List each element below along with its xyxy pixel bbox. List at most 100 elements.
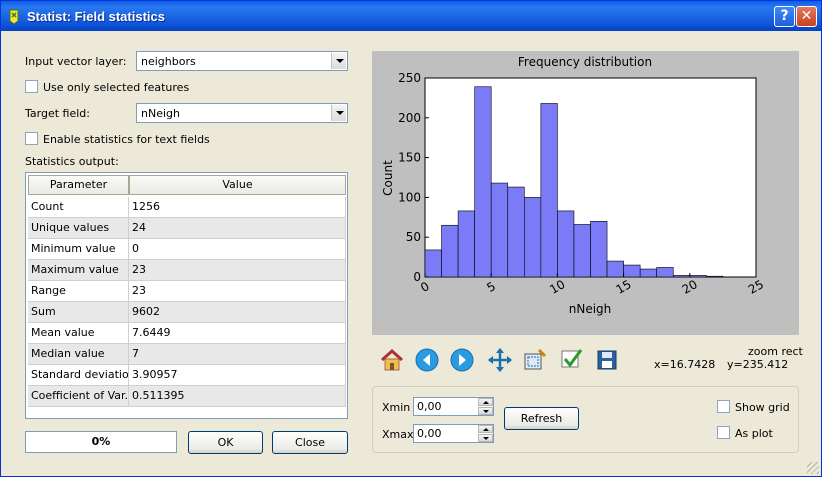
table-row[interactable]: Sum 9602 — [28, 302, 346, 323]
table-row[interactable]: Mean value 7.6449 — [28, 323, 346, 344]
input-layer-combo[interactable]: neighbors — [136, 51, 348, 71]
forward-icon[interactable] — [448, 346, 476, 374]
cell-value: 0.511395 — [129, 386, 346, 407]
cell-value: 3.90957 — [129, 365, 346, 386]
refresh-button[interactable]: Refresh — [504, 407, 579, 430]
text-fields-label: Enable statistics for text fields — [43, 133, 210, 146]
xmax-spinbox[interactable]: 0,00 — [413, 424, 494, 443]
histogram-bar — [507, 186, 525, 278]
save-icon[interactable] — [593, 346, 621, 374]
as-plot-checkbox[interactable] — [717, 426, 730, 439]
home-icon[interactable] — [378, 346, 406, 374]
resize-grip[interactable] — [807, 462, 819, 474]
histogram-bar — [540, 103, 558, 278]
input-layer-value: neighbors — [141, 55, 196, 68]
show-grid-label: Show grid — [735, 401, 790, 414]
x-tick-label: 5 — [484, 279, 498, 295]
table-row[interactable]: Median value 7 — [28, 344, 346, 365]
cell-parameter: Standard deviation — [28, 365, 129, 386]
cell-parameter: Maximum value — [28, 260, 129, 281]
xmin-stepper[interactable] — [478, 398, 493, 415]
histogram-bar — [639, 268, 657, 278]
qgis-logo-icon — [9, 9, 19, 24]
table-row[interactable]: Range 23 — [28, 281, 346, 302]
xmin-label: Xmin — [382, 401, 411, 414]
cell-value: 0 — [129, 239, 346, 260]
cell-parameter: Minimum value — [28, 239, 129, 260]
title-bar[interactable]: Statist: Field statistics ? ✕ — [1, 1, 821, 31]
use-selected-checkbox[interactable] — [25, 80, 38, 93]
pan-icon[interactable] — [486, 346, 514, 374]
histogram-bar — [474, 86, 492, 278]
y-tick-label: 0 — [413, 270, 421, 284]
xmin-value: 0,00 — [417, 400, 442, 413]
header-parameter[interactable]: Parameter — [28, 175, 129, 195]
plot-canvas[interactable]: Frequency distribution 0 5 10 15 20 25 0 50 100… — [372, 51, 799, 335]
y-tick-label: 250 — [398, 71, 421, 85]
close-window-button[interactable]: ✕ — [796, 6, 817, 27]
zoom-rect-icon[interactable] — [521, 346, 549, 374]
xmax-stepper[interactable] — [478, 425, 493, 442]
cell-parameter: Mean value — [28, 323, 129, 344]
xmax-label: Xmax — [382, 428, 414, 441]
table-row[interactable]: Standard deviation 3.90957 — [28, 365, 346, 386]
input-layer-label: Input vector layer: — [25, 55, 127, 68]
cursor-y-readout: y=235.412 — [727, 358, 789, 371]
histogram-bar — [590, 220, 608, 278]
table-row[interactable]: Count 1256 — [28, 197, 346, 218]
table-row[interactable]: Maximum value 23 — [28, 260, 346, 281]
histogram-bar — [441, 224, 459, 278]
y-tick-label: 50 — [406, 230, 421, 244]
checkmark-icon[interactable] — [558, 346, 586, 374]
histogram-bar — [656, 267, 674, 278]
progress-bar: 0% — [25, 431, 177, 453]
spin-up-icon[interactable] — [478, 425, 493, 433]
cell-value: 23 — [129, 281, 346, 302]
statist-dialog: Statist: Field statistics ? ✕ Input vect… — [0, 0, 822, 477]
target-field-combo[interactable]: nNeigh — [136, 103, 348, 123]
cell-value: 7 — [129, 344, 346, 365]
target-field-value: nNeigh — [141, 107, 180, 120]
ok-button[interactable]: OK — [188, 431, 263, 454]
back-icon[interactable] — [413, 346, 441, 374]
cell-parameter: Unique values — [28, 218, 129, 239]
cell-parameter: Median value — [28, 344, 129, 365]
use-selected-label: Use only selected features — [43, 81, 190, 94]
spin-down-icon[interactable] — [478, 407, 493, 415]
histogram-chart: Frequency distribution 0 5 10 15 20 25 050100… — [381, 55, 766, 316]
table-row[interactable]: Minimum value 0 — [28, 239, 346, 260]
toolbar-mode: zoom rect — [748, 345, 803, 358]
y-tick-label: 100 — [398, 190, 421, 204]
window-title: Statist: Field statistics — [27, 9, 165, 24]
spin-up-icon[interactable] — [478, 398, 493, 406]
table-header: Parameter Value — [28, 175, 346, 195]
help-button[interactable]: ? — [774, 6, 795, 27]
chart-title: Frequency distribution — [518, 55, 652, 69]
histogram-bar — [573, 224, 591, 278]
x-tick-label: 15 — [613, 277, 633, 297]
table-row[interactable]: Coefficient of Var... 0.511395 — [28, 386, 346, 407]
x-tick-label: 25 — [746, 277, 766, 297]
chevron-down-icon[interactable] — [331, 105, 346, 121]
histogram-bar — [672, 275, 691, 278]
histogram-bar — [706, 275, 724, 278]
y-tick-label: 200 — [398, 111, 421, 125]
show-grid-checkbox[interactable] — [717, 400, 730, 413]
header-value[interactable]: Value — [129, 175, 346, 195]
xmin-spinbox[interactable]: 0,00 — [413, 397, 494, 416]
cell-value: 9602 — [129, 302, 346, 323]
cell-value: 7.6449 — [129, 323, 346, 344]
spin-down-icon[interactable] — [478, 434, 493, 442]
histogram-bar — [623, 264, 641, 278]
table-row[interactable]: Unique values 24 — [28, 218, 346, 239]
x-tick-label: 20 — [680, 277, 700, 297]
y-axis-label: Count — [381, 160, 395, 196]
histogram-bar — [490, 182, 509, 278]
statistics-table[interactable]: Parameter Value Count 1256 Unique values 24… — [25, 172, 348, 419]
target-field-label: Target field: — [25, 107, 90, 120]
cell-value: 1256 — [129, 197, 346, 218]
text-fields-checkbox[interactable] — [25, 132, 38, 145]
close-button[interactable]: Close — [272, 431, 348, 454]
cell-parameter: Coefficient of Var... — [28, 386, 129, 407]
chevron-down-icon[interactable] — [331, 53, 346, 69]
